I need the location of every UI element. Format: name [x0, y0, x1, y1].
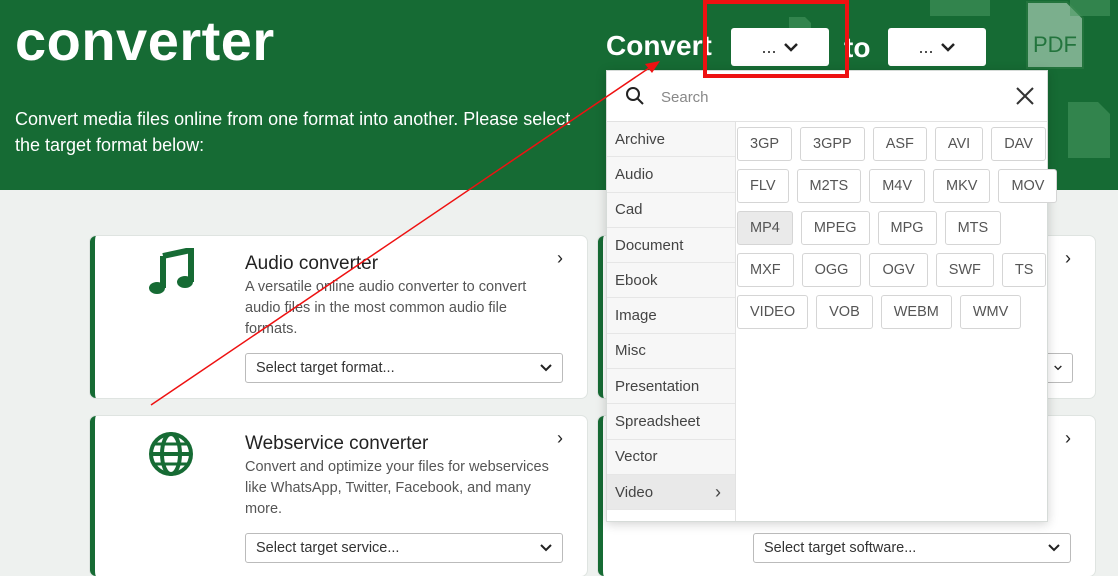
format-option[interactable]: MXF	[737, 253, 794, 287]
format-option[interactable]: M4V	[869, 169, 926, 203]
format-option[interactable]: 3GPP	[800, 127, 865, 161]
format-option[interactable]: ASF	[872, 127, 927, 161]
convert-label: Convert	[606, 30, 712, 61]
music-note-icon	[149, 248, 194, 294]
format-option[interactable]: DAV	[991, 127, 1046, 161]
audio-target-format-select[interactable]: Select target format...	[245, 353, 563, 383]
file-icon	[1070, 0, 1110, 16]
format-option[interactable]: MTS	[944, 211, 1002, 245]
format-grid: 3GP 3GPP ASF AVI DAV FLV M2TS M4V MKV MO…	[737, 127, 1058, 337]
globe-icon	[149, 432, 193, 476]
select-value: Select target service...	[256, 540, 400, 556]
chevron-right-icon[interactable]: ›	[557, 428, 563, 449]
category-cad[interactable]: Cad	[607, 192, 735, 228]
category-list: Archive Audio Cad Document Ebook Image M…	[607, 122, 735, 511]
category-misc[interactable]: Misc	[607, 333, 735, 370]
format-option[interactable]: WEBM	[880, 295, 952, 329]
category-label: Image	[615, 307, 657, 325]
category-label: Vector	[615, 448, 658, 466]
svg-text:PDF: PDF	[1033, 32, 1077, 57]
page-title: converter	[15, 9, 275, 72]
card-title: Audio converter	[245, 253, 379, 274]
format-row: MP4 MPEG MPG MTS	[737, 211, 1043, 245]
category-audio[interactable]: Audio	[607, 157, 735, 193]
card-title: Webservice converter	[245, 433, 429, 454]
webservice-target-select[interactable]: Select target service...	[245, 533, 563, 563]
category-video[interactable]: Video ›	[607, 474, 735, 511]
chevron-right-icon[interactable]: ›	[557, 248, 563, 269]
format-dropdown: Archive Audio Cad Document Ebook Image M…	[606, 70, 1058, 522]
file-icon	[930, 0, 990, 16]
category-spreadsheet[interactable]: Spreadsheet	[607, 404, 735, 440]
dropdown-search-bar	[607, 71, 1047, 122]
category-vector[interactable]: Vector	[607, 439, 735, 475]
category-label: Video	[615, 483, 654, 501]
format-option[interactable]: AVI	[934, 127, 984, 161]
format-option[interactable]: VOB	[816, 295, 873, 329]
target-format-button[interactable]: ...	[888, 28, 986, 66]
chevron-down-icon	[540, 364, 552, 372]
format-option[interactable]: OGG	[801, 253, 862, 287]
category-label: Document	[615, 236, 684, 254]
txt-file-icon	[1068, 102, 1110, 158]
divider	[735, 122, 736, 521]
chevron-right-icon: ›	[715, 481, 721, 502]
category-label: Archive	[615, 130, 666, 148]
format-row: FLV M2TS M4V MKV MOV	[737, 169, 1058, 203]
chevron-right-icon[interactable]: ›	[1065, 428, 1071, 449]
chevron-right-icon[interactable]: ›	[1065, 248, 1071, 269]
format-option[interactable]: M2TS	[796, 169, 862, 203]
category-label: Audio	[615, 165, 654, 183]
chevron-down-icon	[1048, 544, 1060, 552]
select-value: Select target format...	[256, 360, 395, 376]
close-icon[interactable]	[1015, 86, 1035, 106]
chevron-down-icon	[940, 43, 955, 52]
category-archive[interactable]: Archive	[607, 122, 735, 158]
format-row: MXF OGG OGV SWF TS	[737, 253, 1047, 287]
chevron-down-icon	[1054, 365, 1062, 371]
format-option-selected[interactable]: MP4	[737, 211, 793, 245]
audio-converter-card[interactable]: Audio converter A versatile online audio…	[90, 236, 587, 398]
format-option[interactable]: FLV	[737, 169, 789, 203]
category-ebook[interactable]: Ebook	[607, 263, 735, 299]
category-document[interactable]: Document	[607, 227, 735, 264]
search-icon	[626, 87, 644, 105]
category-label: Spreadsheet	[615, 413, 701, 431]
format-option[interactable]: 3GP	[737, 127, 793, 161]
software-target-select[interactable]: Select target software...	[753, 533, 1071, 563]
format-option[interactable]: TS	[1001, 253, 1047, 287]
format-option[interactable]: MKV	[933, 169, 991, 203]
category-presentation[interactable]: Presentation	[607, 369, 735, 405]
format-option[interactable]: SWF	[935, 253, 994, 287]
format-option[interactable]: VIDEO	[737, 295, 809, 329]
format-option[interactable]: MPG	[877, 211, 937, 245]
category-label: Cad	[615, 201, 643, 219]
format-option[interactable]: WMV	[959, 295, 1022, 329]
format-option[interactable]: MPEG	[800, 211, 870, 245]
format-row: 3GP 3GPP ASF AVI DAV	[737, 127, 1046, 161]
category-image[interactable]: Image	[607, 298, 735, 334]
format-search-input[interactable]	[659, 83, 993, 111]
card-description: Convert and optimize your files for webs…	[245, 459, 549, 517]
chevron-down-icon	[540, 544, 552, 552]
select-value: Select target software...	[764, 540, 917, 556]
category-label: Ebook	[615, 271, 658, 289]
category-label: Misc	[615, 342, 646, 360]
format-option[interactable]: OGV	[869, 253, 928, 287]
highlight-box	[703, 0, 849, 78]
format-option[interactable]: MOV	[998, 169, 1058, 203]
hero-description: Convert media files online from one form…	[15, 109, 571, 155]
webservice-converter-card[interactable]: Webservice converter Convert and optimiz…	[90, 416, 587, 576]
target-format-value: ...	[918, 36, 934, 57]
card-description: A versatile online audio converter to co…	[245, 279, 527, 337]
category-label: Presentation	[615, 377, 700, 395]
format-row: VIDEO VOB WEBM WMV	[737, 295, 1043, 329]
